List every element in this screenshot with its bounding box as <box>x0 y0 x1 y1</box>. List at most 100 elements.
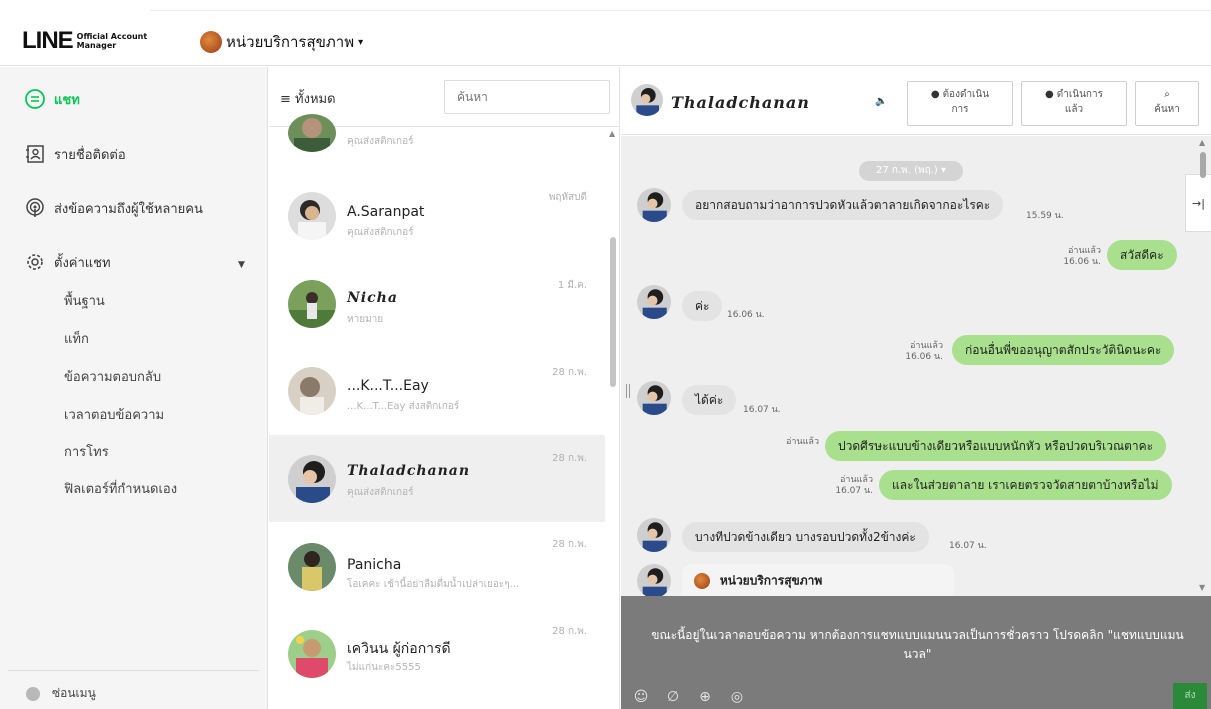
read-label: อ่านแล้ว <box>910 341 943 351</box>
chat-preview: หายมาย <box>347 314 384 325</box>
logo-text: LINE <box>22 27 74 54</box>
check-bubble-icon: ● <box>1045 89 1054 100</box>
chat-name: เควินน ผู้ก่อการดี <box>347 641 451 657</box>
sidebar-subitem-tags[interactable]: แท็ก <box>64 328 89 349</box>
avatar <box>637 564 671 596</box>
avatar <box>637 188 671 222</box>
chat-time: พฤหัสบดี <box>548 192 587 203</box>
collapse-icon <box>26 686 40 701</box>
outgoing-message: ก่อนอื่นพี่ขออนุญาตสักประวัตินิดนะคะ <box>952 335 1175 365</box>
contact-name: Thaladchanan <box>671 93 810 112</box>
tag-icon: ● <box>930 89 940 100</box>
collapse-menu-button[interactable]: ซ่อนเมนู <box>26 684 96 703</box>
chat-list-item[interactable]: 𝑵𝒊𝒄𝒉𝒂 หายมาย 1 มี.ค. <box>269 260 605 347</box>
line-logo[interactable]: LINE Official Account Manager <box>22 27 149 55</box>
chat-time: 1 มี.ค. <box>557 280 587 291</box>
chat-preview: คุณส่งสติกเกอร์ <box>347 227 414 238</box>
avatar <box>637 518 671 552</box>
chat-bubble-icon <box>25 89 45 109</box>
call-icon[interactable]: ◎ <box>729 689 745 705</box>
resize-handle[interactable] <box>626 384 630 398</box>
search-icon: ⌕ <box>1164 89 1170 100</box>
scroll-thumb[interactable] <box>610 237 616 387</box>
auto-reply-notice[interactable]: ขณะนี้อยู่ในเวลาตอบข้อความ หากต้องการแชท… <box>645 626 1190 664</box>
emoji-icon[interactable]: ☺ <box>633 689 649 705</box>
chat-list-item[interactable]: เควินน ผู้ก่อการดี ไม่แก่นะคะ5555 28 ก.พ… <box>269 610 605 697</box>
chat-name: ...K...T...Eay <box>347 378 429 394</box>
speaker-icon[interactable]: 🔈 <box>875 96 887 107</box>
read-label: อ่านแล้ว <box>840 475 873 485</box>
message-scrollbar[interactable]: ▲ ▼ <box>1197 136 1209 596</box>
scroll-up-icon[interactable]: ▲ <box>1199 138 1205 147</box>
chat-list-item-selected[interactable]: Thaladchanan คุณส่งสติกเกอร์ 28 ก.พ. <box>269 435 605 522</box>
sidebar-divider <box>8 670 259 671</box>
avatar <box>288 630 336 678</box>
done-status-button[interactable]: ● ดำเนินการ แล้ว <box>1021 81 1127 126</box>
chat-panel: Thaladchanan 🔈 ● ต้องดำเนิน การ ● ดำเนินกา… <box>621 67 1211 709</box>
sidebar-subitem-custom-filters[interactable]: ฟิลเตอร์ที่กำหนดเอง <box>64 478 177 499</box>
button-label: ดำเนินการ <box>1056 89 1103 100</box>
chat-preview: คุณส่งสติกเกอร์ <box>347 136 414 147</box>
avatar <box>288 280 336 328</box>
sidebar: แชท รายชื่อติดต่อ ส่งข้อความถึงผู้ใช้หลา… <box>0 67 268 709</box>
sidebar-item-label: ตั้งค่าแชท <box>54 255 111 271</box>
chat-list-item[interactable]: คุณส่งสติกเกอร์ <box>269 114 605 166</box>
date-selector[interactable]: 27 ก.พ. (พฤ.) ▾ <box>859 161 963 181</box>
sidebar-subitem-auto-reply[interactable]: ข้อความตอบกลับ <box>64 366 161 387</box>
attachment-icon[interactable]: ∅ <box>665 689 681 705</box>
button-label: ต้องดำเนิน <box>942 89 990 100</box>
send-button[interactable]: ส่ง <box>1173 683 1207 709</box>
chat-name: A.Saranpat <box>347 204 425 220</box>
account-switcher[interactable]: หน่วยบริการสุขภาพ ▾ <box>200 30 363 54</box>
sidebar-item-contacts[interactable]: รายชื่อติดต่อ <box>24 143 126 165</box>
chat-list-item[interactable]: ...K...T...Eay ...K...T...Eay ส่งสติกเกอ… <box>269 347 605 434</box>
message-read-status: อ่านแล้ว <box>771 437 819 448</box>
incoming-message: ค่ะ <box>682 291 723 321</box>
sidebar-item-broadcast[interactable]: ส่งข้อความถึงผู้ใช้หลายคน <box>24 197 203 219</box>
filter-dropdown[interactable]: ≡ ทั้งหมด <box>280 88 336 109</box>
sidebar-item-label: แชท <box>54 92 80 108</box>
scroll-up-icon[interactable]: ▲ <box>609 129 615 138</box>
account-name: หน่วยบริการสุขภาพ <box>226 33 355 51</box>
sidebar-item-chat[interactable]: แชท <box>24 88 80 110</box>
card-title: หน่วยบริการสุขภาพ <box>719 573 823 588</box>
chat-time: 28 ก.พ. <box>552 453 587 464</box>
sidebar-item-chat-settings[interactable]: ตั้งค่าแชท <box>24 251 111 273</box>
scroll-thumb[interactable] <box>1200 152 1206 178</box>
account-avatar-icon <box>200 31 222 53</box>
contact-avatar[interactable] <box>631 84 663 116</box>
scroll-down-icon[interactable]: ▼ <box>1199 583 1205 592</box>
broadcast-icon <box>26 198 44 217</box>
add-icon[interactable]: ⊕ <box>697 689 713 705</box>
outgoing-message: สวัสดีคะ <box>1107 240 1177 270</box>
chat-preview: โอเคคะ เช้านี้อย่าลืมดื่มน้ำเปล่าเยอะๆ..… <box>347 579 520 590</box>
incoming-message: อยากสอบถามว่าอาการปวดหัวแล้วตาลายเกิดจาก… <box>682 190 1004 220</box>
chat-search-input[interactable] <box>444 80 610 114</box>
sidebar-subitem-response-hours[interactable]: เวลาตอบข้อความ <box>64 404 164 425</box>
avatar <box>288 543 336 591</box>
chat-list-item[interactable]: Panicha โอเคคะ เช้านี้อย่าลืมดื่มน้ำเปล่… <box>269 523 605 610</box>
message-area: 27 ก.พ. (พฤ.) ▾ อยากสอบถามว่าอาการปวดหัว… <box>621 136 1211 596</box>
shared-card-message[interactable]: หน่วยบริการสุขภาพ <box>682 564 954 596</box>
avatar <box>288 114 336 152</box>
incoming-message: ได้ค่ะ <box>682 385 737 415</box>
settings-gear-icon <box>27 254 43 270</box>
avatar <box>637 381 671 415</box>
collapse-label: ซ่อนเมนู <box>52 686 96 700</box>
avatar <box>637 285 671 319</box>
sidebar-subitem-basic[interactable]: พื้นฐาน <box>64 290 105 311</box>
chat-preview: ...K...T...Eay ส่งสติกเกอร์ <box>347 401 460 412</box>
message-time: 16.06 น. <box>727 310 765 320</box>
chevron-down-icon[interactable]: ▼ <box>238 260 245 270</box>
message-time: 16.06 น. <box>905 352 943 362</box>
message-time: 16.07 น. <box>835 486 873 496</box>
sidebar-subitem-calls[interactable]: การโทร <box>64 441 109 462</box>
chat-list-scrollbar[interactable]: ▲ <box>607 127 619 709</box>
todo-status-button[interactable]: ● ต้องดำเนิน การ <box>907 81 1013 126</box>
search-button[interactable]: ⌕ ค้นหา <box>1135 81 1199 126</box>
sidebar-item-label: รายชื่อติดต่อ <box>54 147 126 163</box>
chat-list-item[interactable]: A.Saranpat คุณส่งสติกเกอร์ พฤหัสบดี <box>269 172 605 259</box>
app-header: LINE Official Account Manager หน่วยบริกา… <box>0 0 1211 66</box>
chat-time: 28 ก.พ. <box>552 626 587 637</box>
auto-reply-overlay[interactable]: ขณะนี้อยู่ในเวลาตอบข้อความ หากต้องการแชท… <box>621 596 1211 709</box>
